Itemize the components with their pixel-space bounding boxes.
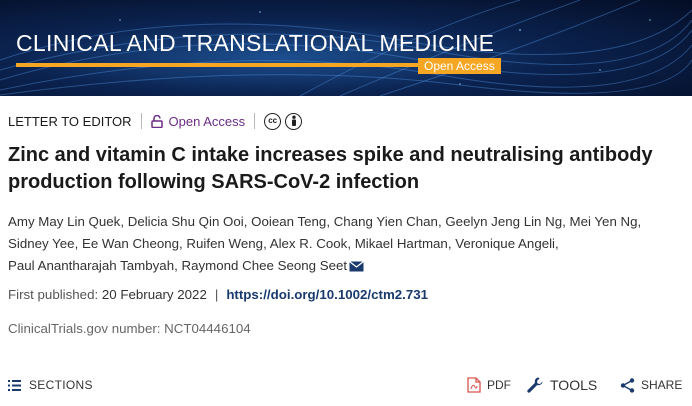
list-icon [8, 379, 21, 391]
share-label: SHARE [641, 378, 683, 392]
wrench-icon [527, 377, 543, 393]
author-link[interactable]: Alex R. Cook [270, 236, 348, 251]
author-link[interactable]: Sidney Yee [8, 236, 75, 251]
by-icon [285, 112, 303, 130]
publication-info: First published: 20 February 2022 | https:… [8, 287, 428, 302]
tools-button[interactable]: TOOLS [526, 376, 597, 394]
author-link[interactable]: Raymond Chee Seong Seet [181, 258, 347, 273]
clinical-trial-number: ClinicalTrials.gov number: NCT04446104 [8, 321, 251, 336]
divider [140, 113, 142, 129]
open-access-label[interactable]: Open Access [150, 113, 246, 129]
tools-label: TOOLS [550, 377, 598, 393]
article-type: LETTER TO EDITOR [8, 113, 132, 129]
journal-title[interactable]: CLINICAL AND TRANSLATIONAL MEDICINE [16, 30, 494, 57]
doi-link[interactable]: https://doi.org/10.1002/ctm2.731 [226, 287, 428, 302]
author-link[interactable]: Ooiean Teng [251, 214, 326, 229]
license-icons[interactable]: cc [264, 112, 303, 130]
divider: | [214, 287, 219, 302]
author-link[interactable]: Ruifen Weng [186, 236, 263, 251]
banner-accent-line [16, 63, 418, 67]
author-link[interactable]: Mikael Hartman [355, 236, 448, 251]
share-icon [620, 377, 635, 393]
open-lock-icon [150, 114, 163, 128]
open-access-text: Open Access [168, 113, 246, 129]
share-button[interactable]: SHARE [620, 377, 683, 393]
article-title: Zinc and vitamin C intake increases spik… [8, 144, 653, 193]
author-link[interactable]: Mei Yen Ng [570, 214, 638, 229]
divider [254, 113, 256, 129]
author-link[interactable]: Delicia Shu Qin Ooi [128, 214, 244, 229]
author-link[interactable]: Amy May Lin Quek [8, 214, 120, 229]
sections-label: SECTIONS [29, 378, 93, 392]
author-link[interactable]: Veronique Angeli [455, 236, 555, 251]
first-published-label: First published: [8, 287, 99, 302]
envelope-icon[interactable] [349, 261, 364, 272]
pdf-label: PDF [487, 378, 511, 392]
author-link[interactable]: Chang Yien Chan [334, 214, 438, 229]
pdf-icon [467, 377, 481, 393]
author-link[interactable]: Paul Anantharajah Tambyah [8, 258, 174, 273]
author-link[interactable]: Ee Wan Cheong [82, 236, 179, 251]
article-meta-row: LETTER TO EDITOR Open Access cc [8, 111, 303, 131]
pdf-button[interactable]: PDF [467, 377, 511, 393]
sections-button[interactable]: SECTIONS [8, 378, 93, 392]
author-link[interactable]: Geelyn Jeng Lin Ng [445, 214, 562, 229]
banner-open-access-badge: Open Access [418, 58, 501, 74]
publication-date: 20 February 2022 [101, 287, 207, 302]
cc-icon: cc [264, 112, 282, 130]
author-list: Amy May Lin Quek, Delicia Shu Qin Ooi, O… [8, 214, 642, 273]
journal-banner[interactable]: CLINICAL AND TRANSLATIONAL MEDICINE Open… [0, 0, 692, 96]
article-toolbar: SECTIONS PDF TOOLS SHARE [0, 372, 692, 398]
